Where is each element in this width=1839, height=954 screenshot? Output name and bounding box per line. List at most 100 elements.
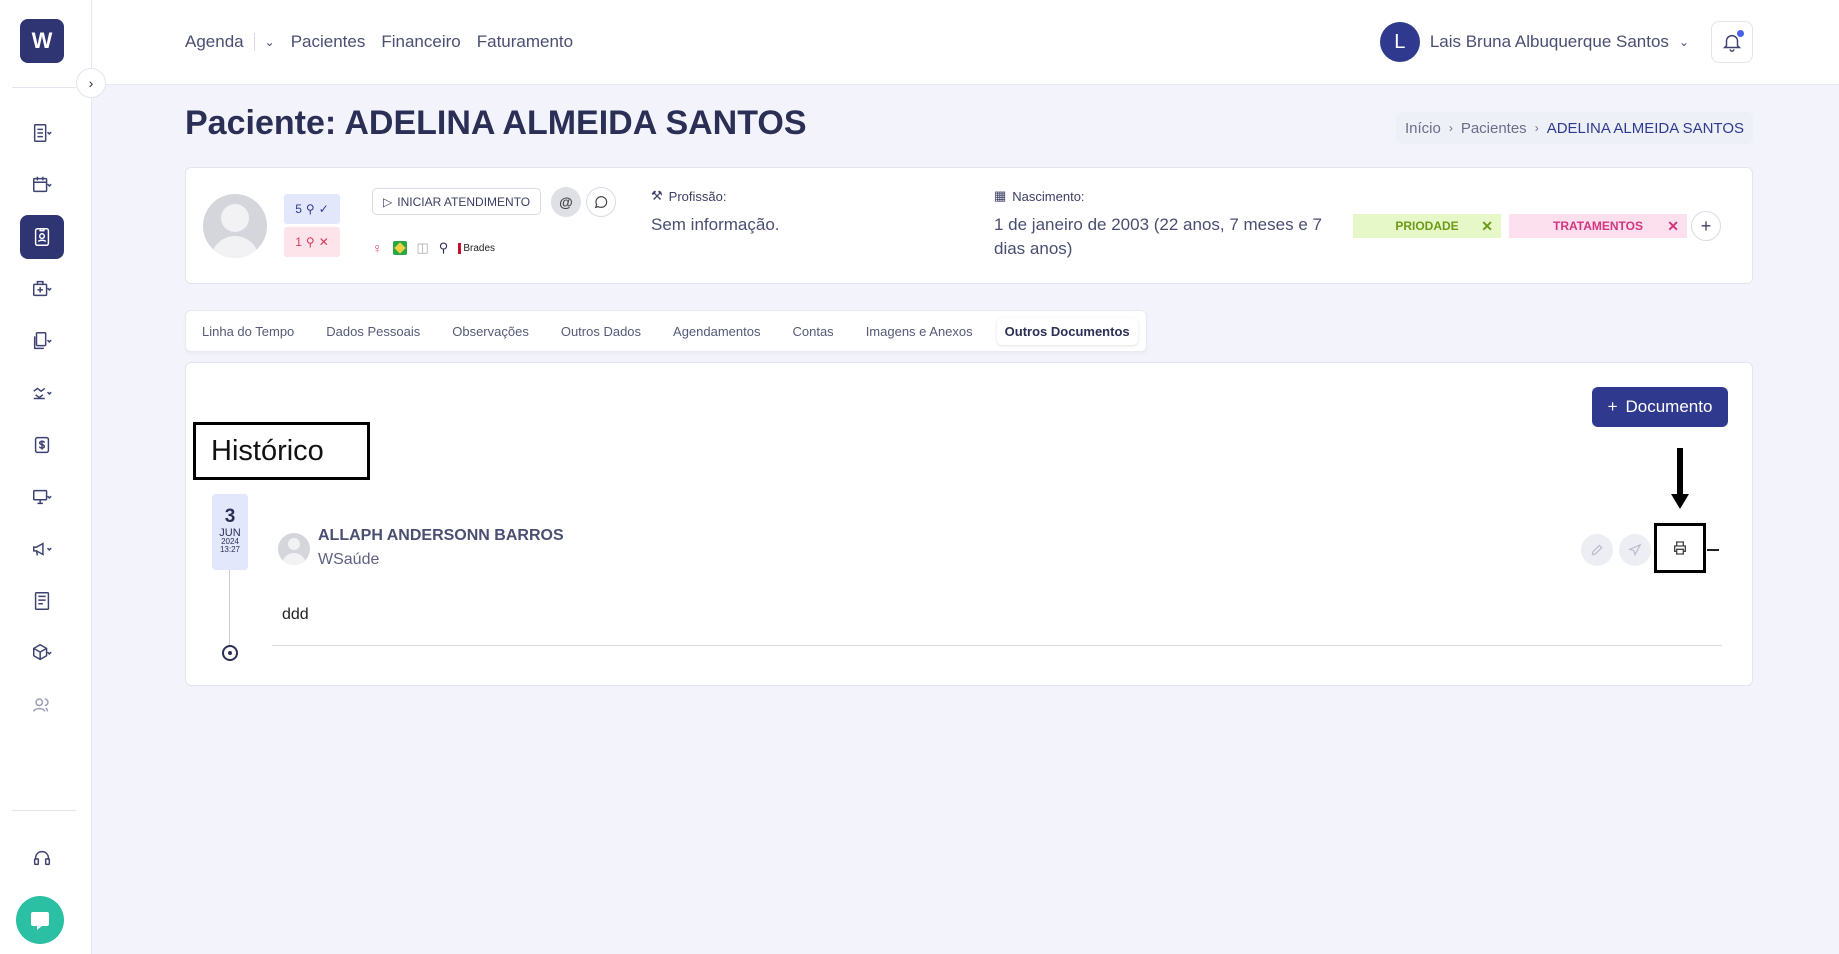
nav-agenda[interactable]: Agenda [185, 32, 244, 52]
nav-faturamento[interactable]: Faturamento [477, 32, 573, 52]
report-icon[interactable] [20, 579, 64, 623]
remove-tag-icon[interactable]: ✕ [1481, 218, 1493, 235]
users-icon[interactable] [20, 683, 64, 727]
tab-imagens-e-anexos[interactable]: Imagens e Anexos [858, 318, 981, 345]
dollar-icon[interactable] [20, 423, 64, 467]
chevron-right-icon: › [1534, 121, 1539, 135]
calendar-icon: ▦ [994, 188, 1007, 203]
patient-tabs: Linha do Tempo Dados Pessoais Observaçõe… [185, 310, 1147, 352]
profession-label: ⚒ Profissão: [651, 188, 726, 204]
add-document-label: Documento [1625, 397, 1713, 416]
entry-day: 3 [224, 506, 236, 527]
tab-outros-dados[interactable]: Outros Dados [553, 318, 649, 345]
start-attendance-label: INICIAR ATENDIMENTO [397, 194, 531, 209]
missed-badge: 1 ⚲ ✕ [284, 227, 340, 257]
tab-contas[interactable]: Contas [784, 318, 841, 345]
timeline-end-icon [222, 645, 238, 661]
nav-pacientes[interactable]: Pacientes [291, 32, 366, 52]
person-icon: ⚲ [305, 235, 315, 249]
medical-bag-icon[interactable] [20, 267, 64, 311]
nav-separator [253, 33, 255, 51]
birth-value: 1 de janeiro de 2003 (22 anos, 7 meses e… [994, 215, 1322, 258]
documents-panel: + Documento Histórico 3 JUN 2024 13:27 A… [185, 362, 1753, 686]
sidebar-collapse-button[interactable]: › [76, 68, 106, 98]
box-icon[interactable] [20, 631, 64, 675]
author-org: WSaúde [318, 551, 380, 568]
chevron-down-icon: ⌄ [1678, 35, 1689, 49]
attended-count: 5 [295, 202, 302, 216]
top-navigation: Agenda ⌄ Pacientes Financeiro Faturament… [185, 32, 589, 52]
tab-dados-pessoais[interactable]: Dados Pessoais [318, 318, 428, 345]
add-tag-button[interactable]: + [1691, 211, 1721, 241]
missed-count: 1 [295, 235, 302, 249]
person-icon: ⚲ [438, 240, 449, 255]
user-name: Lais Bruna Albuquerque Santos [1429, 32, 1669, 51]
female-icon: ♀ [372, 240, 383, 256]
list-icon[interactable] [20, 111, 64, 155]
start-attendance-button[interactable]: ▷ INICIAR ATENDIMENTO [372, 188, 542, 215]
chat-support-button[interactable] [16, 896, 64, 944]
tag-label: TRATAMENTOS [1553, 219, 1643, 233]
tag-label: PRIODADE [1395, 219, 1459, 233]
profession-value: Sem informação. [651, 215, 780, 234]
entry-divider [272, 645, 1722, 646]
chevron-down-icon[interactable]: ⌄ [265, 35, 275, 49]
user-menu[interactable]: L Lais Bruna Albuquerque Santos ⌄ [1379, 22, 1689, 62]
entry-content: ddd [282, 606, 309, 623]
pencil-icon [1591, 544, 1603, 556]
chevron-right-icon: › [1448, 121, 1453, 135]
notifications-button[interactable] [1711, 21, 1753, 63]
documents-icon[interactable] [20, 319, 64, 363]
chevron-right-icon: › [88, 75, 94, 91]
sidebar: W [0, 0, 92, 954]
send-button[interactable] [1619, 534, 1651, 566]
birth-label-text: Nascimento: [1012, 188, 1085, 204]
printer-icon [1674, 541, 1686, 555]
page-title: Paciente: ADELINA ALMEIDA SANTOS [185, 104, 807, 142]
history-title: Histórico [193, 422, 370, 480]
birth-label: ▦ Nascimento: [994, 188, 1085, 204]
divider-mark [1707, 549, 1719, 551]
entry-date: 3 JUN 2024 13:27 [212, 494, 248, 570]
tag-priority: PRIODADE ✕ [1353, 214, 1501, 238]
tab-agendamentos[interactable]: Agendamentos [665, 318, 768, 345]
handshake-icon[interactable] [20, 371, 64, 415]
annotation-arrow [1677, 448, 1683, 498]
plus-icon: + [1700, 215, 1712, 236]
edit-button[interactable] [1581, 534, 1613, 566]
tab-outros-documentos[interactable]: Outros Documentos [997, 318, 1138, 345]
annotation-arrow-head [1671, 494, 1689, 509]
user-avatar: L [1379, 22, 1420, 62]
insurance-logo: Brades [458, 242, 495, 254]
author-avatar [278, 533, 310, 565]
topbar: Agenda ⌄ Pacientes Financeiro Faturament… [92, 0, 1839, 85]
tab-linha-do-tempo[interactable]: Linha do Tempo [194, 318, 302, 345]
calendar-icon[interactable] [20, 163, 64, 207]
breadcrumb-current: ADELINA ALMEIDA SANTOS [1546, 119, 1744, 137]
app-logo[interactable]: W [20, 19, 64, 63]
patient-card: 5 ⚲ ✓ 1 ⚲ ✕ ▷ INICIAR ATENDIMENTO @ ♀ ◫ … [185, 167, 1753, 284]
chat-icon [31, 912, 49, 930]
email-icon[interactable]: @ [551, 187, 581, 217]
plus-icon: + [1607, 397, 1618, 416]
sidebar-divider [12, 810, 76, 811]
remove-tag-icon[interactable]: ✕ [1667, 218, 1679, 235]
notification-dot [1737, 30, 1744, 37]
play-icon: ▷ [383, 194, 393, 209]
headset-icon[interactable] [20, 836, 64, 880]
megaphone-icon[interactable] [20, 527, 64, 571]
breadcrumb-patients[interactable]: Pacientes [1461, 120, 1527, 137]
patient-info-icons: ♀ ◫ ⚲ Brades [372, 240, 495, 256]
add-document-button[interactable]: + Documento [1592, 387, 1728, 427]
person-icon: ⚲ [305, 202, 315, 216]
brazil-flag-icon [392, 241, 407, 255]
attended-badge: 5 ⚲ ✓ [284, 194, 340, 224]
monitor-icon[interactable] [20, 475, 64, 519]
tab-observacoes[interactable]: Observações [444, 318, 537, 345]
breadcrumb-home[interactable]: Início [1405, 120, 1441, 137]
print-button[interactable] [1654, 523, 1706, 573]
hammer-icon: ⚒ [651, 188, 663, 203]
whatsapp-icon[interactable] [586, 187, 616, 217]
patient-card-icon[interactable] [20, 215, 64, 259]
nav-financeiro[interactable]: Financeiro [381, 32, 460, 52]
